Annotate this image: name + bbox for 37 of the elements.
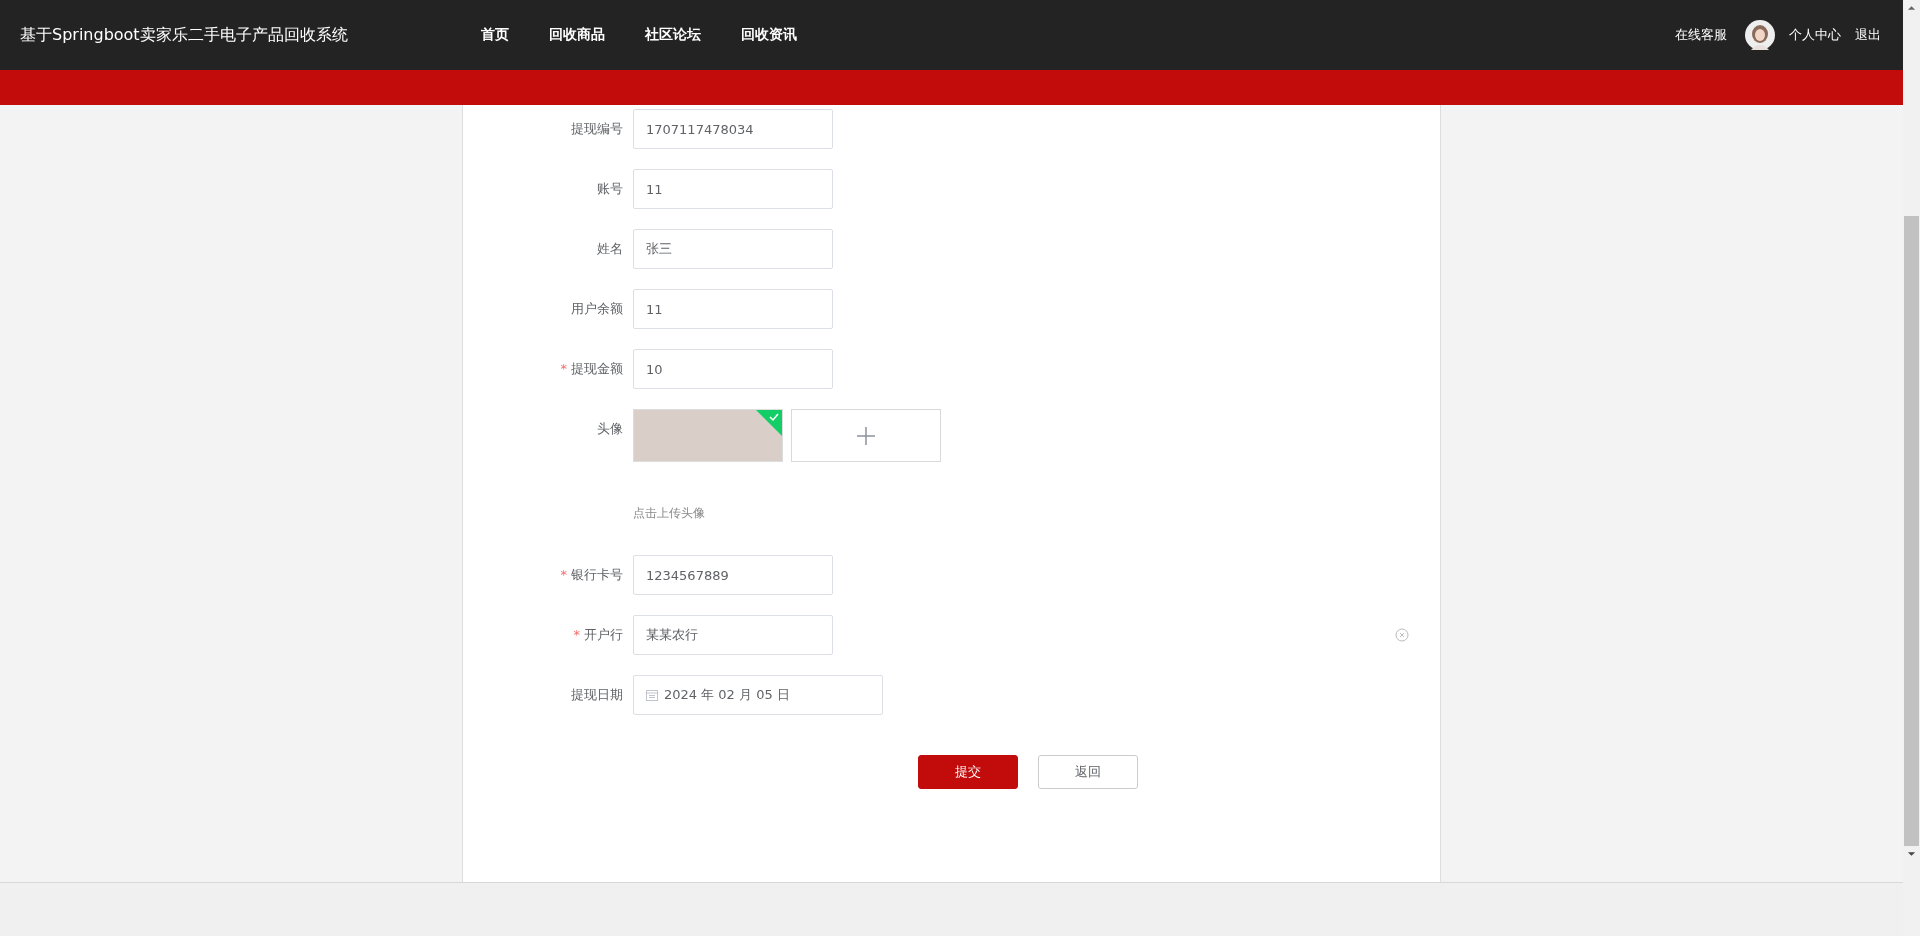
scrollbar[interactable]: [1903, 0, 1920, 936]
field-label: 提现编号: [571, 121, 623, 136]
scroll-down-icon[interactable]: [1907, 851, 1916, 857]
field-label: 提现金额: [571, 361, 623, 376]
site-title: 基于Springboot卖家乐二手电子产品回收系统: [20, 24, 349, 46]
service-link[interactable]: 在线客服: [1675, 26, 1727, 44]
required-mark: *: [560, 361, 567, 376]
calendar-icon: [646, 689, 658, 701]
input-field[interactable]: 10: [633, 349, 833, 389]
nav-link[interactable]: 回收商品: [549, 26, 605, 44]
field-label: 提现日期: [571, 687, 623, 702]
input-field[interactable]: 张三: [633, 229, 833, 269]
submit-button[interactable]: 提交: [918, 755, 1018, 789]
profile-link[interactable]: 个人中心: [1789, 26, 1841, 44]
field-label: 开户行: [584, 627, 623, 642]
input-field[interactable]: 11: [633, 169, 833, 209]
input-field[interactable]: 1707117478034: [633, 109, 833, 149]
nav-link[interactable]: 首页: [481, 26, 509, 44]
field-label: 姓名: [597, 241, 623, 256]
required-mark: *: [560, 567, 567, 582]
plus-icon: [856, 425, 876, 446]
upload-hint: 点击上传头像: [633, 505, 706, 522]
nav-link[interactable]: 回收资讯: [741, 26, 797, 44]
input-field[interactable]: 某某农行: [633, 615, 833, 655]
field-label: 账号: [597, 181, 623, 196]
date-field[interactable]: 2024 年 02 月 05 日: [633, 675, 883, 715]
field-label: 银行卡号: [571, 567, 623, 582]
required-mark: *: [573, 627, 580, 642]
field-label: 头像: [597, 421, 623, 436]
field-label: 用户余额: [571, 301, 623, 316]
input-field[interactable]: 1234567889: [633, 555, 833, 595]
back-button[interactable]: 返回: [1038, 755, 1138, 789]
scroll-up-icon[interactable]: [1907, 5, 1916, 11]
avatar-icon[interactable]: [1745, 20, 1775, 50]
nav-link[interactable]: 社区论坛: [645, 26, 701, 44]
logout-link[interactable]: 退出: [1855, 26, 1881, 44]
input-field[interactable]: 11: [633, 289, 833, 329]
